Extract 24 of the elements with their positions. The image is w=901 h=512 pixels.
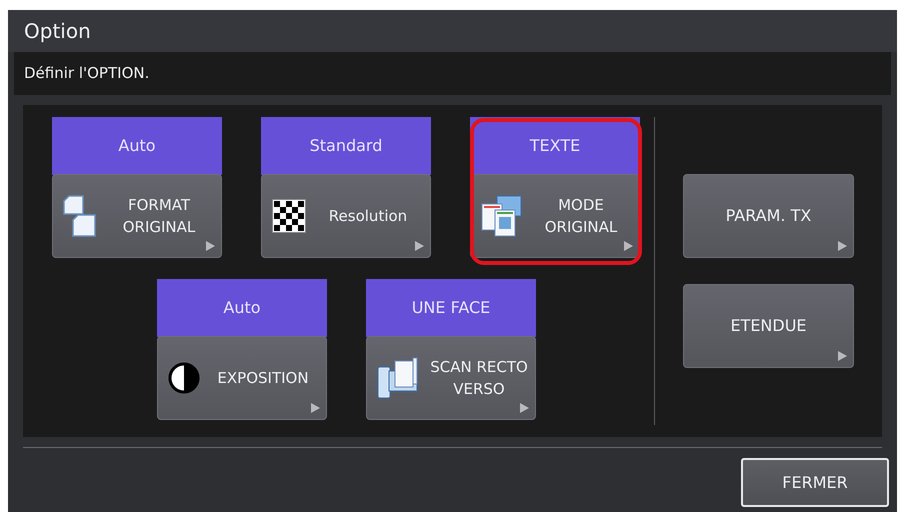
arrow-icon <box>520 403 529 413</box>
checkerboard-icon <box>272 199 306 233</box>
side-button[interactable]: PARAM. TX <box>683 174 854 258</box>
arrow-icon <box>624 241 633 251</box>
setting-value: Auto <box>52 117 222 175</box>
close-button[interactable]: FERMER <box>741 458 889 507</box>
setting-value: UNE FACE <box>366 279 536 337</box>
arrow-icon <box>838 241 847 251</box>
message-text: Définir l'OPTION. <box>14 52 891 95</box>
arrow-icon <box>415 241 424 251</box>
setting-value: Auto <box>157 279 327 337</box>
arrow-icon <box>838 351 847 361</box>
option-button[interactable]: SCAN RECTO VERSO <box>366 336 536 420</box>
side-button[interactable]: ETENDUE <box>683 284 854 368</box>
window-title: Option <box>8 10 897 52</box>
setting-value: Standard <box>261 117 431 175</box>
arrow-icon <box>311 403 320 413</box>
option-button[interactable]: FORMAT ORIGINAL <box>52 174 222 258</box>
pages-icon <box>63 195 97 237</box>
arrow-icon <box>206 241 215 251</box>
option-button[interactable]: Resolution <box>261 174 431 258</box>
option-button[interactable]: EXPOSITION <box>157 336 327 420</box>
contrast-icon <box>168 362 200 394</box>
documents-icon <box>481 195 523 237</box>
